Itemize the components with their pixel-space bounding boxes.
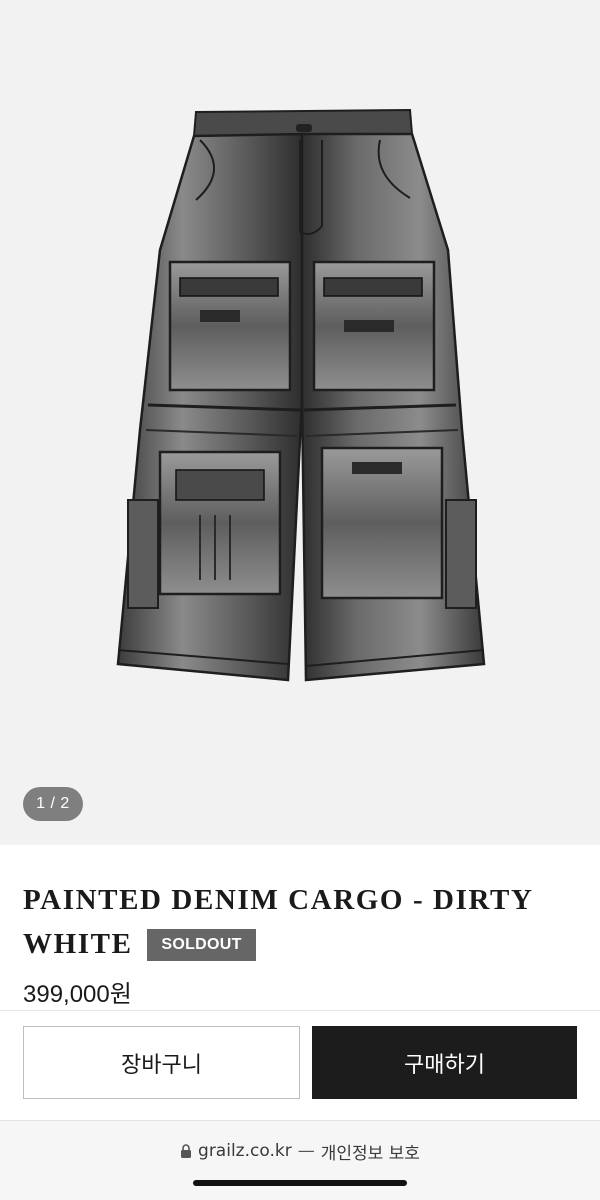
url-separator: — <box>297 1141 315 1161</box>
product-image-cargo-pants[interactable] <box>0 0 600 845</box>
product-title-text: PAINTED DENIM CARGO - DIRTY WHITE <box>23 884 533 960</box>
home-indicator[interactable] <box>193 1180 407 1186</box>
actions-divider <box>0 1010 600 1011</box>
product-price: 399,000원 <box>23 981 132 1008</box>
url-line[interactable]: grailz.co.kr — 개인정보 보호 <box>0 1137 600 1165</box>
privacy-text: 개인정보 보호 <box>320 1143 420 1164</box>
product-gallery[interactable]: 1 / 2 <box>0 0 600 845</box>
image-counter: 1 / 2 <box>23 787 83 821</box>
lock-icon <box>181 1144 192 1158</box>
product-title: PAINTED DENIM CARGO - DIRTY WHITE SOLDOU… <box>23 878 563 966</box>
buy-now-button[interactable]: 구매하기 <box>312 1026 577 1099</box>
url-text: grailz.co.kr <box>198 1141 292 1161</box>
add-to-cart-button[interactable]: 장바구니 <box>23 1026 300 1099</box>
soldout-badge: SOLDOUT <box>147 929 256 961</box>
